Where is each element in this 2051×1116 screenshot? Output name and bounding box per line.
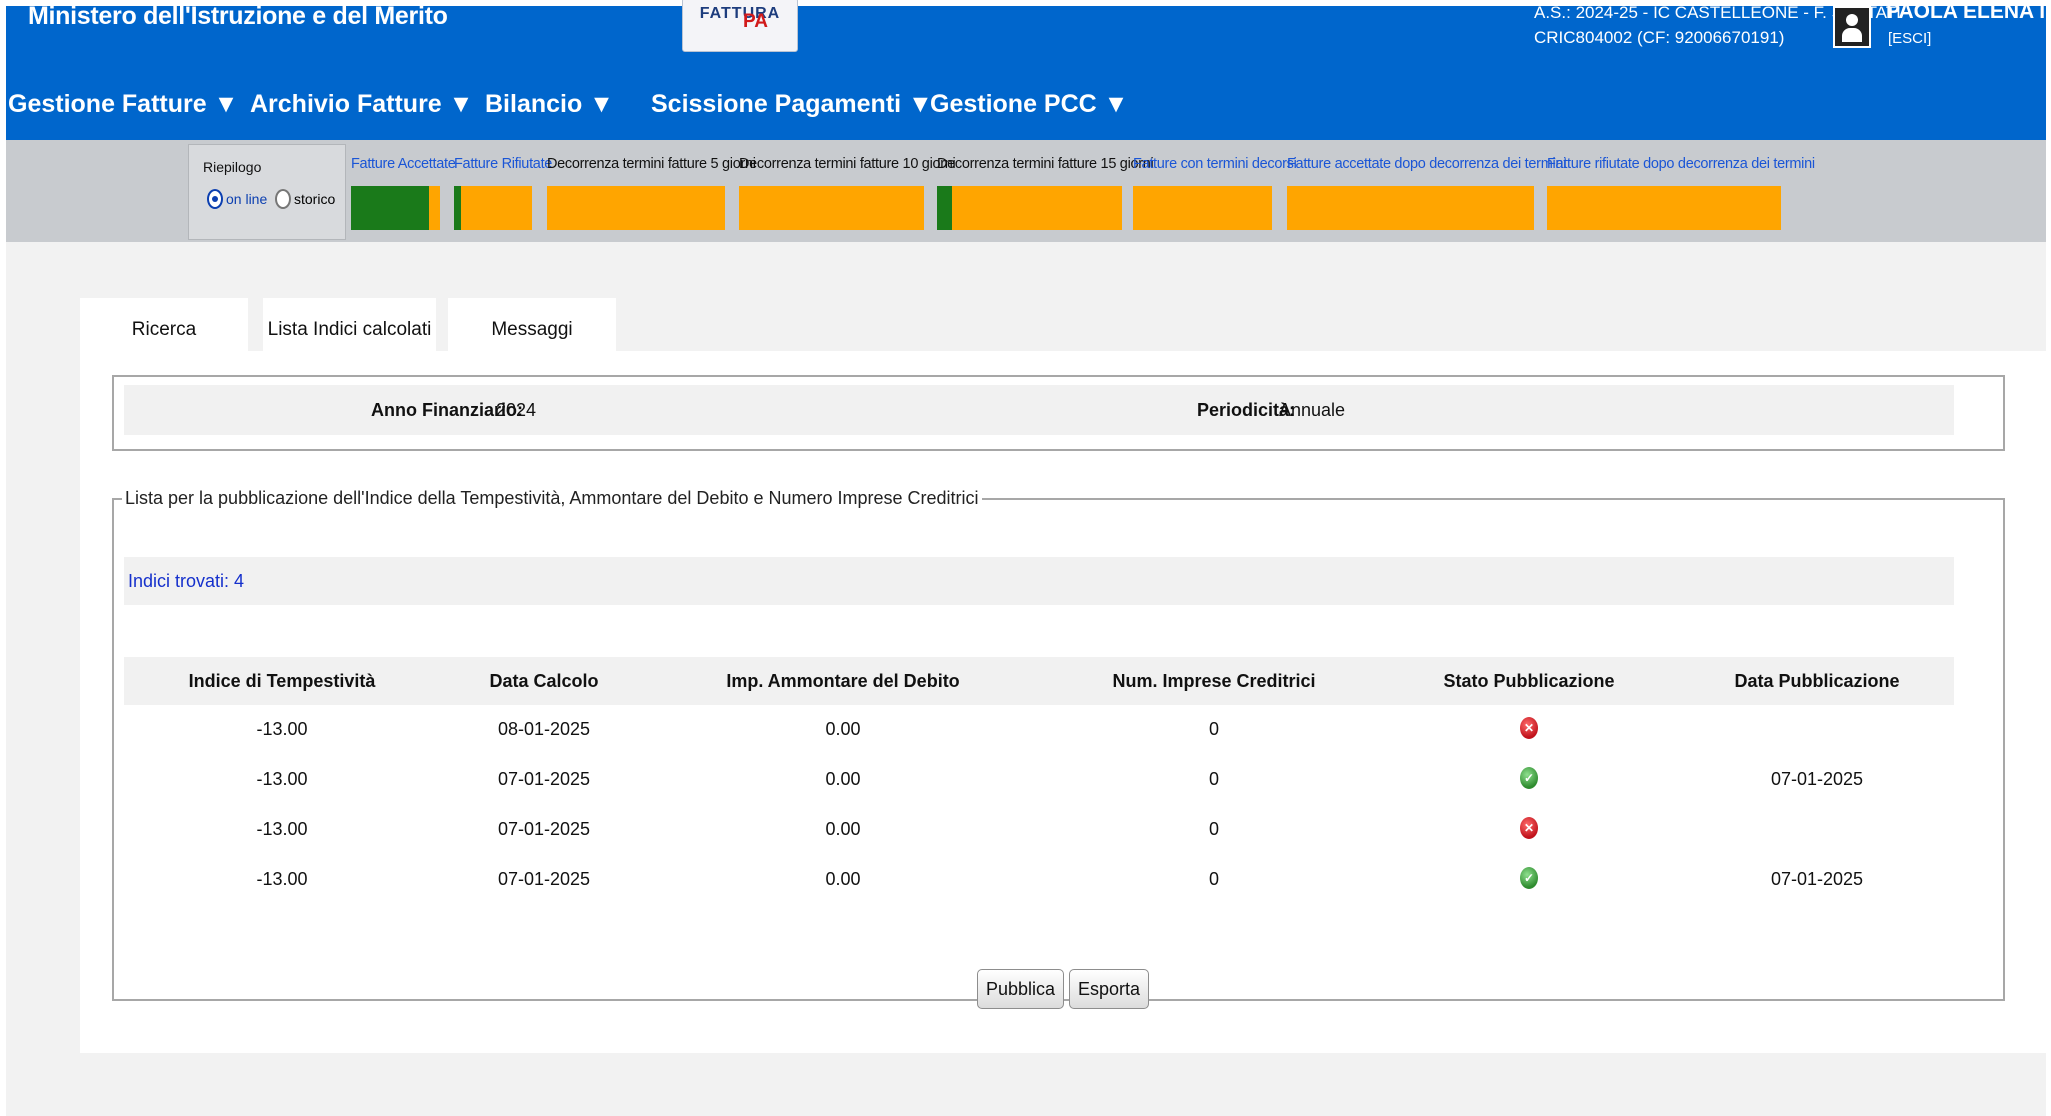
cell-ammontare: 0.00 [825, 769, 861, 789]
stat-bar-decorrenza-5[interactable] [547, 186, 725, 230]
stat-bar-fill [454, 186, 462, 230]
menu-gestione-pcc[interactable]: Gestione PCC ▼ [930, 90, 1128, 119]
filter-box: Anno Finanziario: 2024 Periodicità: Annu… [112, 375, 2005, 451]
cell-ammontare: 0.00 [825, 719, 861, 739]
cell-data-pubblicazione: 07-01-2025 [1770, 769, 1864, 789]
cell-ammontare: 0.00 [825, 819, 861, 839]
cell-indice: -13.00 [256, 719, 308, 739]
menu-scissione-pagamenti[interactable]: Scissione Pagamenti ▼ [651, 90, 933, 119]
col-indice: Indice di Tempestività [188, 671, 376, 691]
cell-ammontare: 0.00 [825, 869, 861, 889]
cell-data-calcolo: 08-01-2025 [497, 719, 591, 739]
riepilogo-box: Riepilogo on line storico [188, 144, 346, 240]
cell-imprese: 0 [1208, 769, 1220, 789]
stat-label-decorrenza-15[interactable]: Decorrenza termini fatture 15 giorni [937, 156, 1154, 172]
check-icon: ✓ [1520, 867, 1538, 889]
stat-label-accettate-dopo-decorrenza[interactable]: Fatture accettate dopo decorrenza dei te… [1287, 156, 1566, 172]
cell-indice: -13.00 [256, 769, 308, 789]
col-ammontare: Imp. Ammontare del Debito [726, 671, 960, 691]
menu-bilancio[interactable]: Bilancio ▼ [485, 90, 614, 119]
list-legend: Lista per la pubblicazione dell'Indice d… [125, 488, 979, 508]
col-data-pubblicazione: Data Pubblicazione [1734, 671, 1900, 691]
user-name: PAOLA ELENA INCERTI [1886, 0, 2051, 23]
stat-label-fatture-rifiutate[interactable]: Fatture Rifiutate [454, 156, 552, 172]
logo-pa: PA [743, 11, 768, 32]
table-row[interactable]: -13.00 07-01-2025 0.00 0 ✓ 07-01-2025 [124, 855, 1954, 903]
filter-row: Anno Finanziario: 2024 Periodicità: Annu… [124, 385, 1954, 435]
cell-imprese: 0 [1208, 869, 1220, 889]
tab-lista-indici[interactable]: Lista Indici calcolati [263, 298, 436, 356]
cell-imprese: 0 [1208, 719, 1220, 739]
table-row[interactable]: -13.00 07-01-2025 0.00 0 ✕ [124, 805, 1954, 853]
periodicita-value: Annuale [1279, 400, 1346, 420]
export-button[interactable]: Esporta [1069, 969, 1150, 1009]
col-stato: Stato Pubblicazione [1443, 671, 1615, 691]
page-frame: Ministero dell'Istruzione e del Merito F… [6, 0, 2051, 1116]
stat-bar-fill [351, 186, 430, 230]
stat-label-termini-decorsi[interactable]: Fatture con termini decorsi [1133, 156, 1297, 172]
col-imprese: Num. Imprese Creditrici [1112, 671, 1316, 691]
found-count: Indici trovati: 4 [128, 571, 245, 591]
logout-link[interactable]: [ESCI] [1888, 30, 1931, 47]
cell-indice: -13.00 [256, 819, 308, 839]
radio-online-label: on line [226, 191, 268, 207]
radio-online[interactable]: on line [207, 189, 267, 209]
radio-storico-dot [275, 189, 291, 209]
anno-value: 2024 [496, 400, 537, 420]
cell-data-pubblicazione: 07-01-2025 [1770, 869, 1864, 889]
stat-bar-rifiutate-dopo-decorrenza[interactable] [1547, 186, 1781, 230]
radio-online-dot [207, 189, 223, 209]
stat-bar-fatture-rifiutate[interactable] [454, 186, 532, 230]
tab-ricerca[interactable]: Ricerca [80, 298, 248, 356]
stat-bar-fatture-accettate[interactable] [351, 186, 440, 230]
stat-bar-fill [937, 186, 952, 230]
logo-text: FATTURA [699, 5, 781, 22]
cell-data-calcolo: 07-01-2025 [497, 819, 591, 839]
found-count-row: Indici trovati: 4 [124, 557, 1954, 605]
table-row[interactable]: -13.00 07-01-2025 0.00 0 ✓ 07-01-2025 [124, 755, 1954, 803]
ministry-title: Ministero dell'Istruzione e del Merito [28, 2, 448, 30]
col-data-calcolo: Data Calcolo [489, 671, 599, 691]
app-window: Ministero dell'Istruzione e del Merito F… [0, 0, 2051, 1116]
radio-storico[interactable]: storico [275, 189, 335, 209]
stat-label-decorrenza-10[interactable]: Decorrenza termini fatture 10 giorni [739, 156, 956, 172]
cell-indice: -13.00 [256, 869, 308, 889]
stat-bar-decorrenza-10[interactable] [739, 186, 924, 230]
stat-bar-accettate-dopo-decorrenza[interactable] [1287, 186, 1534, 230]
stat-bar-decorrenza-15[interactable] [937, 186, 1122, 230]
fatturapa-logo: FATTURA PA [682, 0, 798, 52]
menu-gestione-fatture[interactable]: Gestione Fatture ▼ [8, 90, 238, 119]
cell-data-calcolo: 07-01-2025 [497, 869, 591, 889]
menu-archivio-fatture[interactable]: Archivio Fatture ▼ [250, 90, 473, 119]
check-icon: ✓ [1520, 767, 1538, 789]
stat-bar-termini-decorsi[interactable] [1133, 186, 1272, 230]
radio-storico-label: storico [294, 191, 336, 207]
publish-button[interactable]: Pubblica [977, 969, 1065, 1009]
tab-messaggi[interactable]: Messaggi [448, 298, 616, 356]
stat-label-fatture-accettate[interactable]: Fatture Accettate [351, 156, 456, 172]
indices-list: Lista per la pubblicazione dell'Indice d… [112, 488, 2005, 1009]
table-header: Indice di Tempestività Data Calcolo Imp.… [124, 657, 1954, 705]
user-icon [1833, 6, 1871, 48]
summary-strip: Riepilogo on line storico Fatture Accett… [6, 140, 2046, 242]
cell-imprese: 0 [1208, 819, 1220, 839]
cell-data-calcolo: 07-01-2025 [497, 769, 591, 789]
error-icon: ✕ [1520, 717, 1538, 739]
error-icon: ✕ [1520, 817, 1538, 839]
riepilogo-title: Riepilogo [203, 159, 262, 175]
table-row[interactable]: -13.00 08-01-2025 0.00 0 ✕ [124, 705, 1954, 753]
top-header: Ministero dell'Istruzione e del Merito F… [6, 0, 2051, 140]
tab-panel: Anno Finanziario: 2024 Periodicità: Annu… [80, 351, 2046, 1053]
stat-label-rifiutate-dopo-decorrenza[interactable]: Fatture rifiutate dopo decorrenza dei te… [1547, 156, 1815, 172]
stat-label-decorrenza-5[interactable]: Decorrenza termini fatture 5 giorni [547, 156, 756, 172]
